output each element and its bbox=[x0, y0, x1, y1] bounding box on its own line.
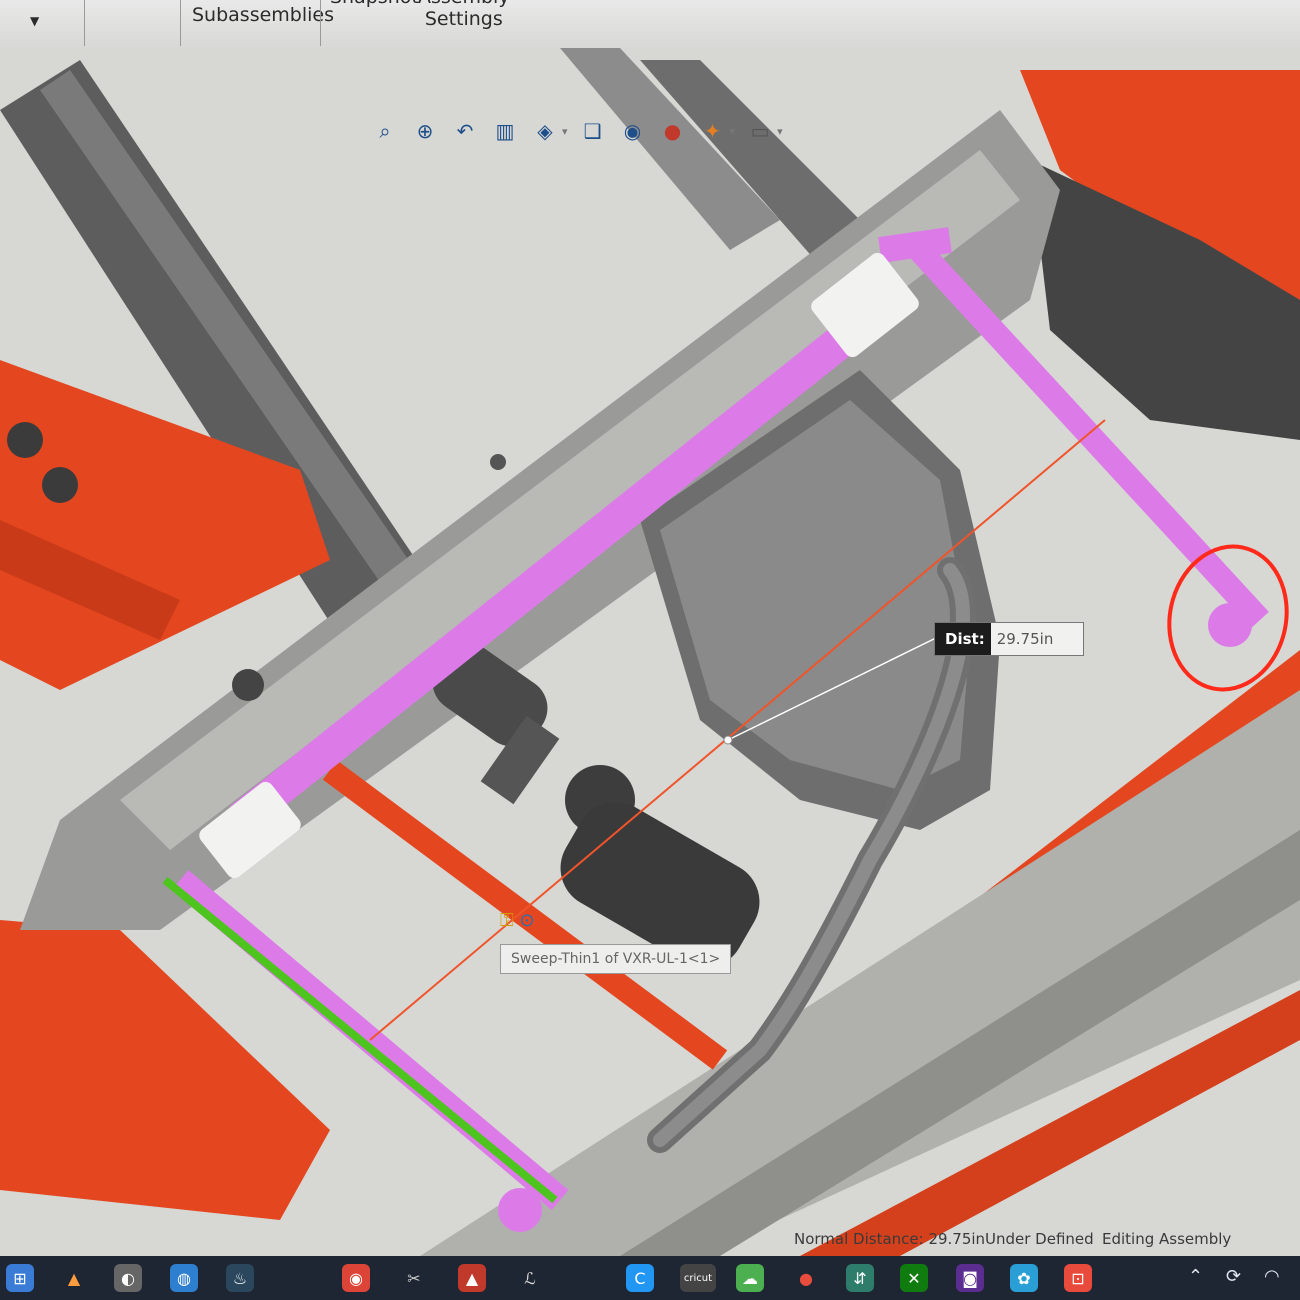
hide-show-items-icon[interactable]: ◉ bbox=[618, 116, 648, 146]
onedrive-icon[interactable]: ☁ bbox=[736, 1264, 764, 1292]
ribbon-separator bbox=[84, 0, 85, 46]
taskbar: ⊞ ▲ ◐ ◍ ♨ ◉ ✂ ▲ ℒ C cricut ☁ ● ⇵ ✕ ◙ ✿ ⊡… bbox=[0, 1256, 1300, 1300]
red-app-icon[interactable]: ▲ bbox=[458, 1264, 486, 1292]
record-icon[interactable]: ● bbox=[792, 1264, 820, 1292]
frame-hole bbox=[7, 422, 43, 458]
paint-icon[interactable]: ✿ bbox=[1010, 1264, 1038, 1292]
sync-icon[interactable]: ⟳ bbox=[1226, 1266, 1241, 1287]
arm-hole bbox=[490, 454, 506, 470]
subassemblies-button[interactable]: Subassemblies bbox=[192, 4, 334, 26]
app-icon[interactable]: ⊡ bbox=[1064, 1264, 1092, 1292]
app-icon[interactable]: ◙ bbox=[956, 1264, 984, 1292]
command-ribbon: ▼ Subassemblies Snapshot Assembly Settin… bbox=[0, 0, 1300, 48]
frame-hole bbox=[42, 467, 78, 503]
dist-value: 29.75in bbox=[996, 630, 1054, 648]
arm-hole bbox=[232, 669, 264, 701]
settings-label: Settings bbox=[424, 8, 503, 30]
selection-icons: ⚿ ⊙ bbox=[500, 910, 535, 931]
edit-appearance-icon[interactable]: ● bbox=[658, 116, 688, 146]
hole-icon: ⚿ bbox=[500, 910, 514, 931]
snapshot-button[interactable]: Snapshot bbox=[330, 0, 419, 8]
cricut-icon[interactable]: cricut bbox=[680, 1264, 716, 1292]
definition-status: Under Defined bbox=[985, 1230, 1094, 1248]
windows-start-icon[interactable]: ⊞ bbox=[6, 1264, 34, 1292]
ribbon-separator bbox=[180, 0, 181, 46]
chevron-down-icon[interactable]: ▾ bbox=[730, 125, 736, 138]
app-icon[interactable]: ⇵ bbox=[846, 1264, 874, 1292]
normal-distance-status: Normal Distance: 29.75in bbox=[794, 1230, 986, 1248]
status-bar: Normal Distance: 29.75in Under Defined E… bbox=[0, 1224, 1300, 1256]
chevron-down-icon[interactable]: ▾ bbox=[562, 125, 568, 138]
dropdown-arrow-icon[interactable]: ▼ bbox=[30, 10, 39, 32]
steam-icon[interactable]: ♨ bbox=[226, 1264, 254, 1292]
chevron-up-icon[interactable]: ⌃ bbox=[1188, 1266, 1203, 1287]
apply-scene-icon[interactable]: ✦ bbox=[698, 116, 728, 146]
selection-tooltip: Sweep-Thin1 of VXR-UL-1<1> bbox=[500, 944, 732, 974]
solidworks-icon[interactable]: ℒ bbox=[516, 1264, 544, 1292]
pin-icon: ⊙ bbox=[519, 910, 535, 931]
heads-up-view-toolbar: ⌕ ⊕ ↶ ▥ ◈ ▾ ❑ ◉ ● ✦ ▾ ▭ ▾ bbox=[370, 110, 783, 152]
wifi-icon[interactable]: ◠ bbox=[1264, 1266, 1280, 1287]
section-view-icon[interactable]: ▥ bbox=[490, 116, 520, 146]
graphics-area[interactable]: ⌕ ⊕ ↶ ▥ ◈ ▾ ❑ ◉ ● ✦ ▾ ▭ ▾ bbox=[0, 48, 1300, 1256]
view-orientation-icon[interactable]: ◈ bbox=[530, 116, 560, 146]
view-settings-icon[interactable]: ▭ bbox=[745, 116, 775, 146]
assembly-label: Assembly bbox=[418, 0, 510, 8]
mode-status: Editing Assembly bbox=[1102, 1230, 1232, 1248]
assembly-model bbox=[0, 48, 1300, 1256]
app-icon[interactable]: ✂ bbox=[400, 1264, 428, 1292]
zoom-to-fit-icon[interactable]: ⌕ bbox=[370, 116, 400, 146]
assembly-settings-button[interactable]: Assembly Settings bbox=[418, 0, 510, 30]
distance-callout[interactable]: Dist: 29.75in bbox=[934, 622, 1085, 656]
app-icon[interactable]: ◍ bbox=[170, 1264, 198, 1292]
chevron-down-icon[interactable]: ▾ bbox=[777, 125, 783, 138]
chrome-icon[interactable]: ◉ bbox=[342, 1264, 370, 1292]
previous-view-icon[interactable]: ↶ bbox=[450, 116, 480, 146]
dist-label: Dist: bbox=[935, 623, 991, 655]
triangle-app-icon[interactable]: ▲ bbox=[60, 1264, 88, 1292]
zoom-to-area-icon[interactable]: ⊕ bbox=[410, 116, 440, 146]
xbox-icon[interactable]: ✕ bbox=[900, 1264, 928, 1292]
display-style-icon[interactable]: ❑ bbox=[578, 116, 608, 146]
app-icon[interactable]: ◐ bbox=[114, 1264, 142, 1292]
midpoint-marker bbox=[723, 735, 733, 745]
ribbon-separator bbox=[320, 0, 321, 46]
app-icon[interactable]: C bbox=[626, 1264, 654, 1292]
